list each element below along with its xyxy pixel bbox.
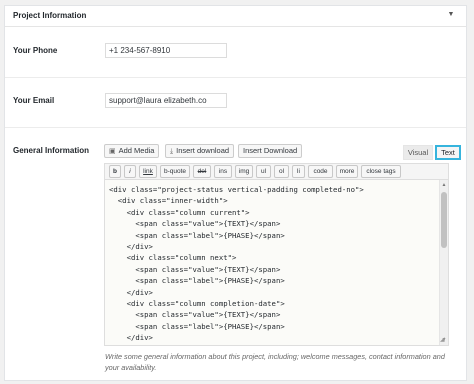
quicktag-del-button[interactable]: del (193, 165, 211, 178)
phone-label: Your Phone (13, 46, 58, 55)
insert-download-button-2[interactable]: Insert Download (238, 144, 303, 158)
quicktag-link-button[interactable]: link (139, 165, 157, 178)
row-divider (5, 77, 466, 78)
quicktag-ol-button[interactable]: ol (274, 165, 289, 178)
download-icon: ⤓ (170, 148, 174, 155)
quicktag-bquote-button[interactable]: b-quote (160, 165, 190, 178)
tab-text[interactable]: Text (435, 145, 461, 160)
project-information-panel: Project Information ▼ Your Phone Your Em… (4, 5, 467, 381)
quicktag-ul-button[interactable]: ul (256, 165, 271, 178)
general-information-label: General Information (13, 146, 90, 155)
row-divider (5, 127, 466, 128)
add-media-label: Add Media (118, 146, 155, 155)
editor-content[interactable]: <div class="project-status vertical-padd… (109, 184, 436, 344)
email-label: Your Email (13, 96, 55, 105)
general-information-help-text: Write some general information about thi… (105, 352, 445, 372)
quicktag-more-button[interactable]: more (336, 165, 358, 178)
quicktag-bold-button[interactable]: b (109, 165, 121, 178)
quicktag-li-button[interactable]: li (292, 165, 305, 178)
panel-title: Project Information (13, 11, 87, 20)
collapse-toggle-icon[interactable]: ▼ (446, 10, 456, 20)
tab-visual[interactable]: Visual (403, 145, 433, 160)
insert-download-label: Insert download (176, 146, 230, 155)
quicktag-code-button[interactable]: code (308, 165, 333, 178)
insert-download-label-2: Insert Download (243, 146, 298, 155)
email-input[interactable] (105, 93, 227, 108)
html-editor-textarea[interactable]: <div class="project-status vertical-padd… (104, 179, 449, 346)
scroll-up-icon[interactable]: ▲ (440, 181, 448, 189)
resize-handle-icon[interactable]: ◢ (440, 337, 447, 344)
scrollbar-thumb[interactable] (441, 192, 447, 248)
quicktag-close-tags-button[interactable]: close tags (361, 165, 401, 178)
quicktag-ins-button[interactable]: ins (214, 165, 232, 178)
add-media-icon: ▣ (109, 148, 116, 155)
editor-scrollbar[interactable]: ▲ ▼ (439, 180, 448, 345)
quicktags-toolbar: b i link b-quote del ins img ul ol li co… (104, 163, 449, 179)
add-media-button[interactable]: ▣ Add Media (104, 144, 160, 158)
panel-header: Project Information ▼ (5, 6, 466, 27)
phone-input[interactable] (105, 43, 227, 58)
insert-download-button[interactable]: ⤓ Insert download (165, 144, 235, 158)
quicktag-img-button[interactable]: img (235, 165, 253, 178)
quicktag-italic-button[interactable]: i (124, 165, 136, 178)
